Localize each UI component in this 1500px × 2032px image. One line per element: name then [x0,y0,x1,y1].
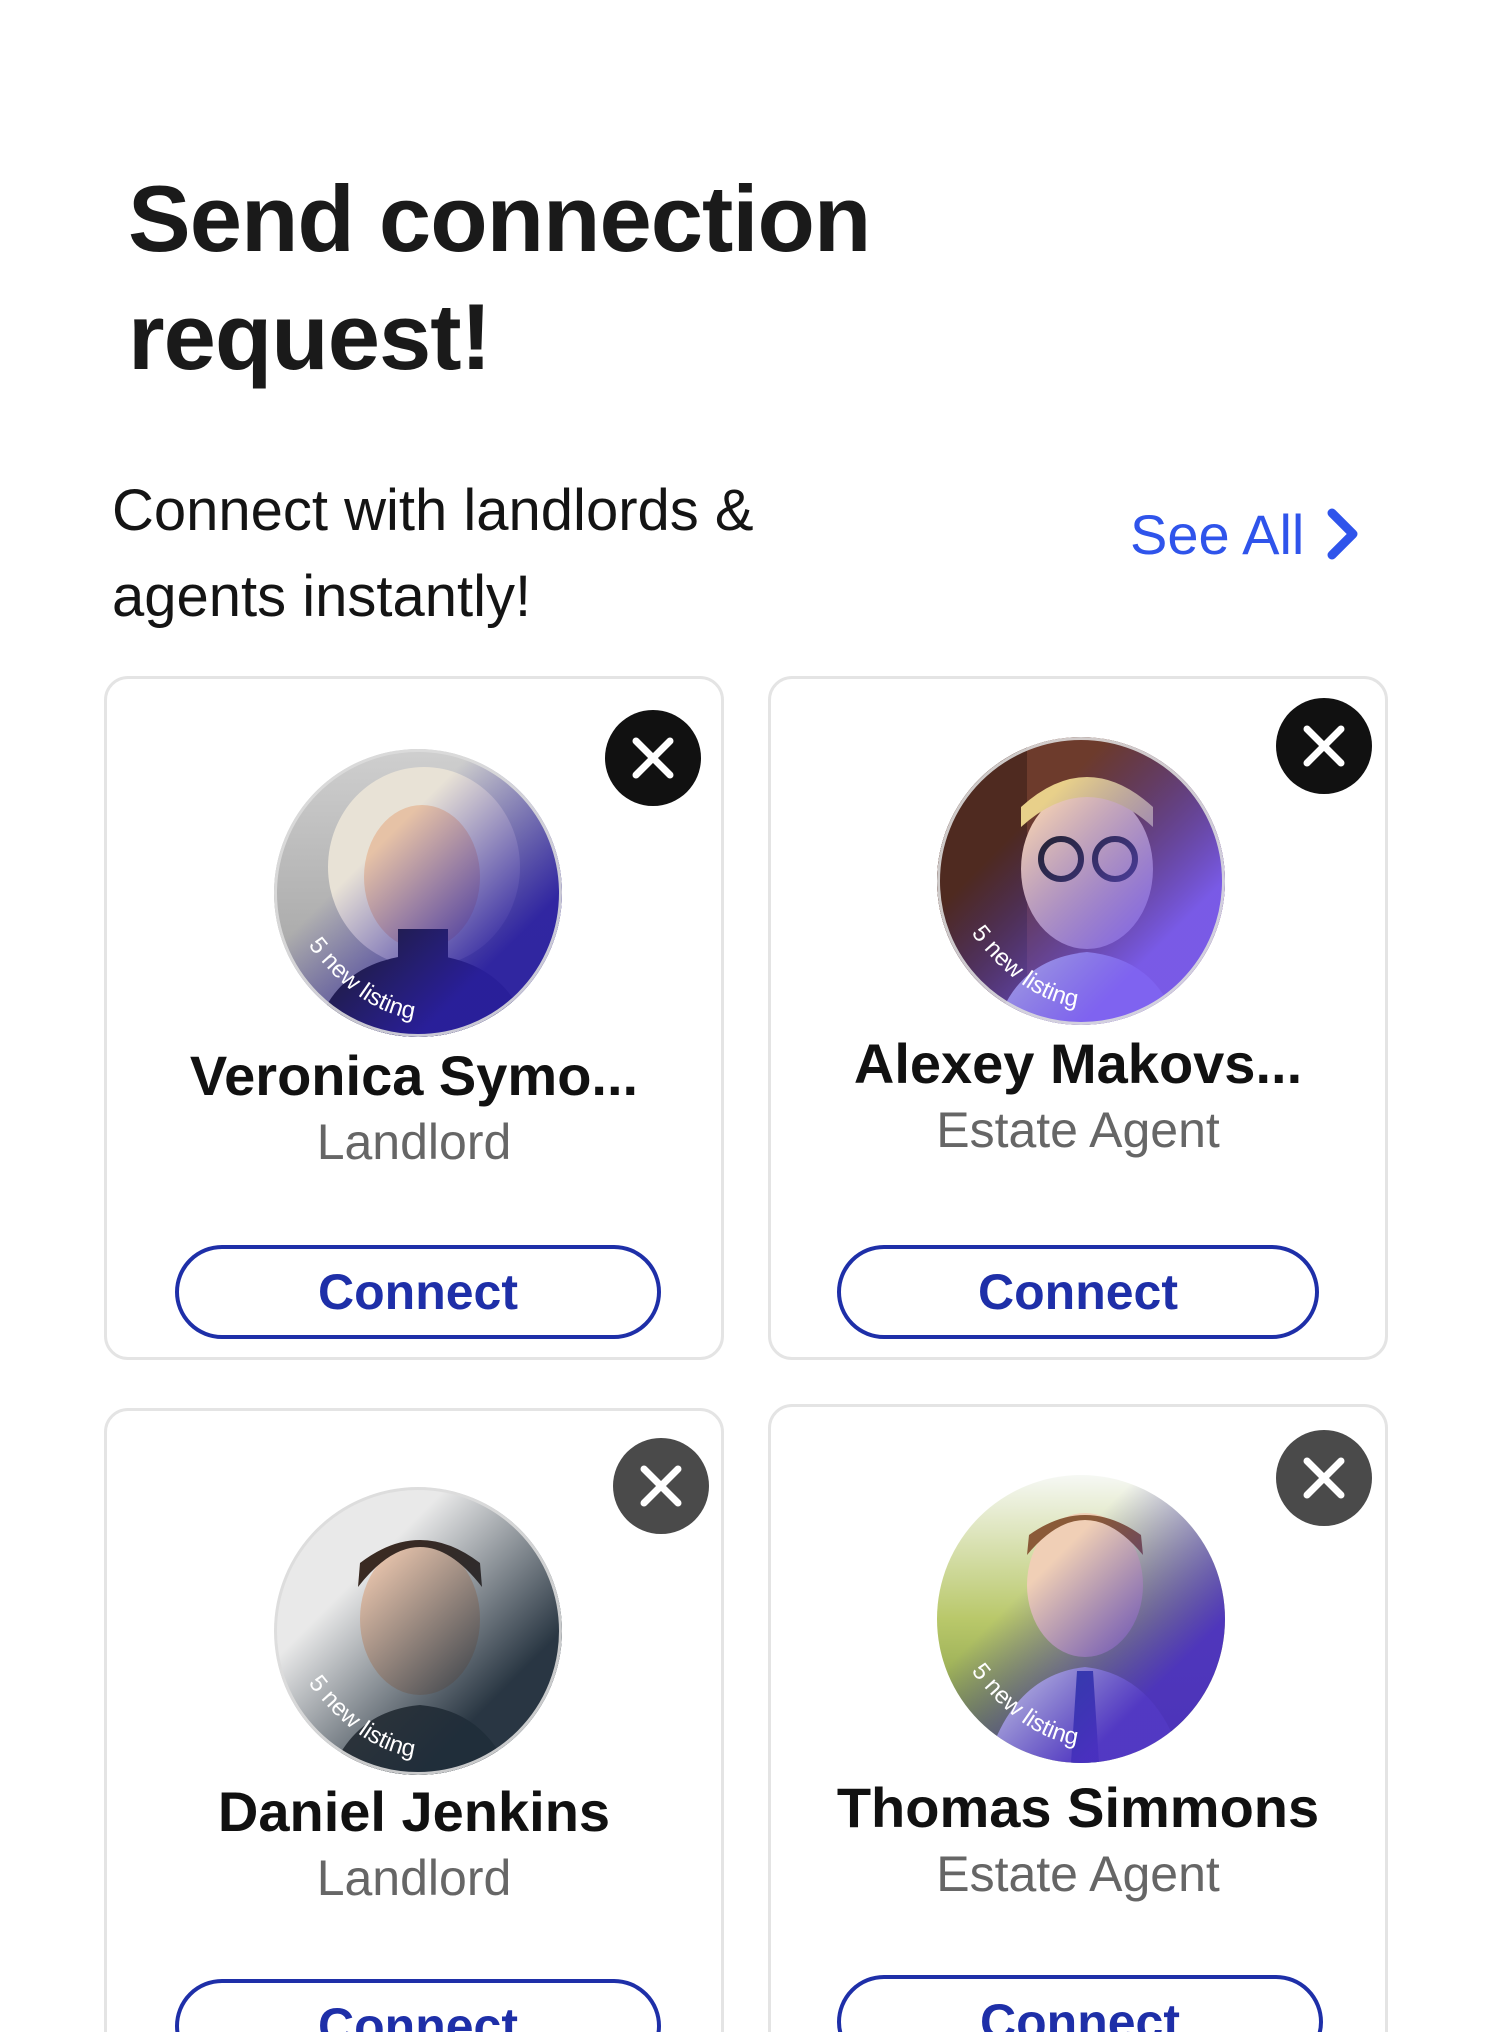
avatar: 5 new listing [937,737,1225,1025]
contact-role: Landlord [316,1114,512,1170]
close-icon [1303,1457,1345,1499]
dismiss-button[interactable] [613,1438,709,1534]
connection-card: 5 new listing Thomas Simmons Estate Agen… [768,1404,1388,2032]
svg-text:5 new listing: 5 new listing [966,1658,1080,1751]
contact-name: Daniel Jenkins [217,1780,611,1843]
close-icon [1303,725,1345,767]
contact-role: Landlord [316,1850,512,1906]
see-all-link[interactable]: See All [1130,498,1360,570]
contact-name: Veronica Symo... [189,1044,639,1107]
close-icon [640,1465,682,1507]
connect-button[interactable]: Connect [175,1979,661,2032]
dismiss-button[interactable] [1276,698,1372,794]
contact-name: Thomas Simmons [836,1776,1320,1839]
listing-badge: 5 new listing [966,1658,1080,1751]
contact-name: Alexey Makovs... [853,1032,1303,1095]
contact-role: Estate Agent [936,1846,1220,1902]
connect-button[interactable]: Connect [837,1245,1319,1339]
connect-button[interactable]: Connect [175,1245,661,1339]
see-all-label: See All [1130,502,1305,566]
page-subtitle: Connect with landlords & agents instantl… [112,478,754,629]
dismiss-button[interactable] [605,710,701,806]
avatar: 5 new listing [274,1487,562,1775]
close-icon [632,737,674,779]
connection-card: 5 new listing Alexey Makovs... Estate Ag… [768,676,1388,1360]
dismiss-button[interactable] [1276,1430,1372,1526]
avatar: 5 new listing [937,1475,1225,1763]
connect-button[interactable]: Connect [837,1975,1323,2032]
page-title: Send connection request! [128,166,871,389]
contact-role: Estate Agent [936,1102,1220,1158]
connection-card: 5 new listing Veronica Symo... Landlord … [104,676,724,1360]
connection-card: 5 new listing Daniel Jenkins Landlord Co… [104,1408,724,2032]
avatar: 5 new listing [274,749,562,1037]
chevron-right-icon [1327,508,1358,560]
